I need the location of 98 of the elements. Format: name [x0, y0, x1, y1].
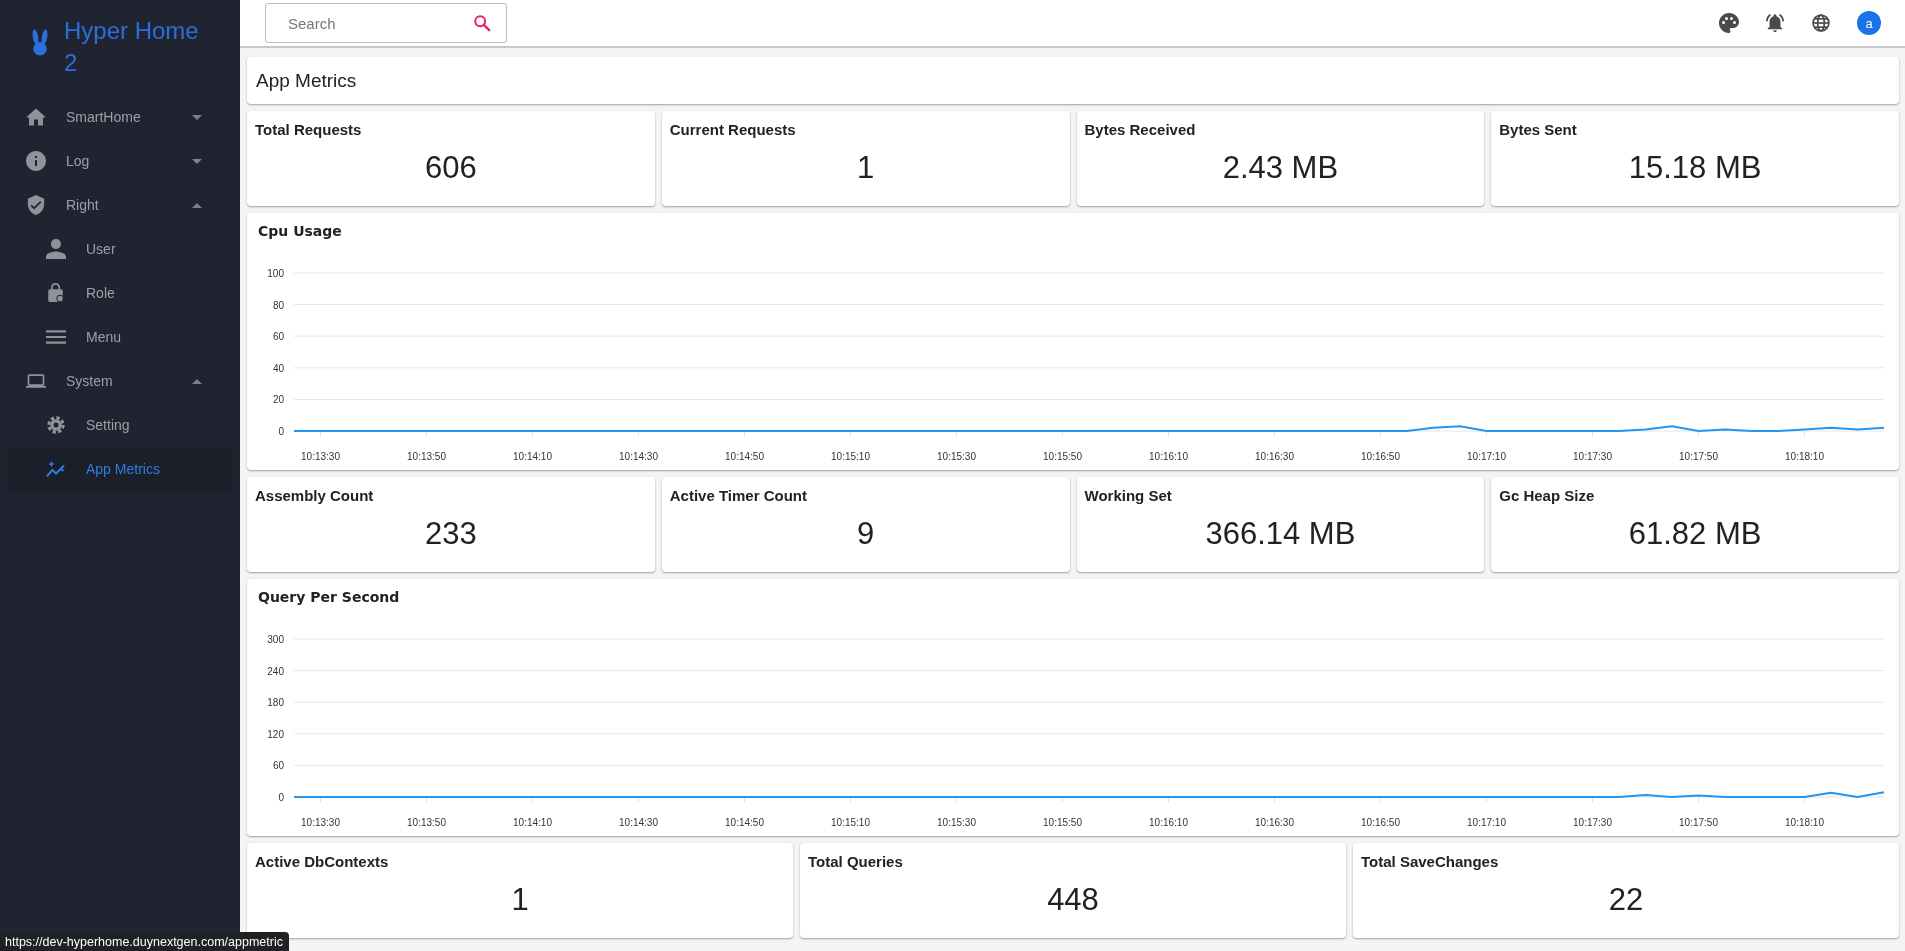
lock-icon	[46, 283, 66, 303]
caret-icon	[192, 114, 202, 120]
nav-group-item[interactable]: Right	[8, 183, 232, 227]
metric-label: Bytes Sent	[1499, 121, 1578, 138]
metric-label: Total SaveChanges	[1361, 853, 1500, 870]
axis-label: 10:14:50	[725, 451, 764, 462]
nav-group-item[interactable]: SmartHome	[8, 95, 232, 139]
page-title: App Metrics	[256, 69, 357, 92]
home-icon	[26, 107, 46, 127]
axis-label: 100	[267, 268, 284, 279]
axis-label: 10:15:10	[831, 817, 870, 828]
axis-label: 10:16:10	[1149, 451, 1188, 462]
axis-label: 10:15:30	[937, 817, 976, 828]
metric-value: 1	[856, 150, 876, 186]
axis-label: 10:13:30	[301, 817, 340, 828]
notification-bell-icon[interactable]	[1765, 13, 1785, 33]
status-url-tooltip: https://dev-hyperhome.duynextgen.com/appmetric	[0, 932, 289, 951]
axis-label: 10:15:10	[831, 451, 870, 462]
axis-label: 10:16:50	[1361, 451, 1400, 462]
nav-item[interactable]: Setting	[8, 403, 232, 447]
metric-label: Gc Heap Size	[1499, 487, 1596, 504]
axis-label: 300	[267, 634, 284, 645]
info-icon	[26, 151, 46, 171]
metric-label: Active Timer Count	[669, 487, 808, 504]
chart-title: Cpu Usage	[258, 223, 343, 239]
user-avatar[interactable]: a	[1857, 11, 1881, 35]
axis-label: 10:16:50	[1361, 817, 1400, 828]
axis-label: 40	[272, 362, 284, 374]
caret-icon	[192, 202, 202, 208]
caret-icon	[192, 378, 202, 384]
axis-label: 10:17:30	[1573, 451, 1612, 462]
shield-check-icon	[26, 195, 46, 215]
laptop-icon	[26, 371, 46, 391]
palette-icon[interactable]	[1719, 13, 1739, 33]
axis-label: 10:14:10	[513, 451, 552, 462]
axis-label: 0	[278, 792, 284, 803]
metric-value: 606	[424, 150, 478, 186]
metric-value: 22	[1607, 882, 1645, 918]
person-icon	[46, 239, 66, 259]
axis-label: 120	[267, 728, 284, 740]
axis-label: 60	[272, 760, 284, 772]
metric-value: 448	[1046, 882, 1100, 918]
axis-label: 0	[278, 426, 284, 437]
axis-label: 10:16:10	[1149, 817, 1188, 828]
metric-label: Total Requests	[255, 121, 363, 138]
axis-label: 10:15:50	[1043, 451, 1082, 462]
axis-label: 10:18:10	[1785, 817, 1824, 828]
axis-label: 10:14:30	[619, 817, 658, 828]
nav-group-item[interactable]: Log	[8, 139, 232, 183]
rabbit-logo-icon	[30, 29, 50, 56]
axis-label: 10:14:30	[619, 451, 658, 462]
metric-value: 233	[424, 516, 478, 552]
axis-label: 10:18:10	[1785, 451, 1824, 462]
axis-label: 10:17:50	[1679, 451, 1718, 462]
metric-value: 2.43 MB	[1221, 150, 1340, 186]
axis-label: 180	[267, 697, 284, 709]
axis-label: 20	[272, 394, 284, 406]
axis-label: 10:13:50	[407, 817, 446, 828]
axis-label: 240	[267, 665, 284, 677]
metric-value: 1	[510, 882, 530, 918]
metric-value: 366.14 MB	[1204, 516, 1357, 552]
axis-label: 10:17:50	[1679, 817, 1718, 828]
axis-label: 10:13:50	[407, 451, 446, 462]
metric-value: 15.18 MB	[1627, 150, 1763, 186]
axis-label: 10:16:30	[1255, 817, 1294, 828]
search-field[interactable]: Search	[265, 3, 507, 43]
axis-label: 80	[272, 299, 284, 311]
axis-label: 10:17:30	[1573, 817, 1612, 828]
axis-label: 10:13:30	[301, 451, 340, 462]
menu-icon	[46, 327, 66, 347]
axis-label: 10:14:50	[725, 817, 764, 828]
metric-label: Working Set	[1084, 487, 1173, 504]
axis-label: 60	[272, 331, 284, 343]
metric-label: Bytes Received	[1084, 121, 1197, 138]
settings-icon	[46, 415, 66, 435]
nav-item[interactable]: Role	[8, 271, 232, 315]
metric-value: 61.82 MB	[1627, 516, 1763, 552]
axis-label: 10:14:10	[513, 817, 552, 828]
search-icon[interactable]	[473, 14, 491, 32]
axis-label: 10:15:30	[937, 451, 976, 462]
axis-label: 10:15:50	[1043, 817, 1082, 828]
axis-label: 10:17:10	[1467, 451, 1506, 462]
metric-label: Active DbContexts	[255, 853, 390, 870]
metric-label: Total Queries	[808, 853, 904, 870]
chart-title: Query Per Second	[258, 589, 401, 605]
axis-label: 10:17:10	[1467, 817, 1506, 828]
globe-icon[interactable]	[1811, 13, 1831, 33]
nav-item[interactable]: User	[8, 227, 232, 271]
nav-group-item[interactable]: System	[8, 359, 232, 403]
sparkle-chart-icon	[46, 459, 66, 479]
metric-value: 9	[856, 516, 876, 552]
metric-label: Current Requests	[669, 121, 797, 138]
nav-item[interactable]: App Metrics	[8, 447, 232, 491]
app-title: Hyper Home 2	[64, 16, 200, 78]
nav-item[interactable]: Menu	[8, 315, 232, 359]
metric-label: Assembly Count	[255, 487, 375, 504]
axis-label: 10:16:30	[1255, 451, 1294, 462]
caret-icon	[192, 158, 202, 164]
